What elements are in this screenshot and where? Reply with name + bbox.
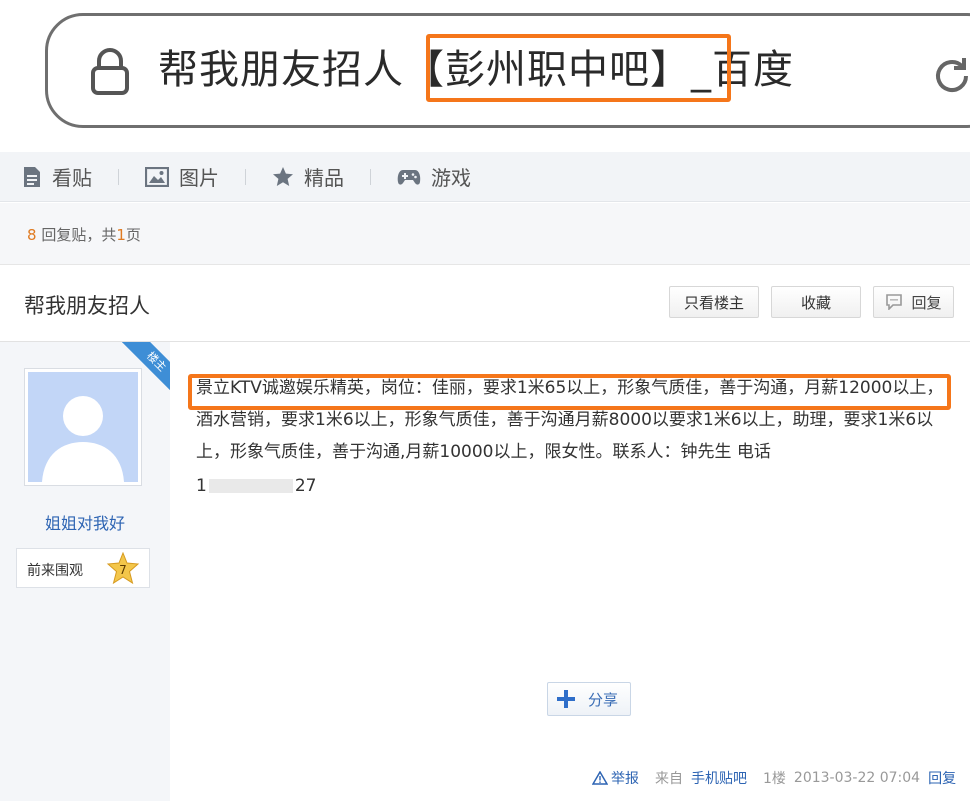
phone-end: 27 <box>294 476 317 496</box>
phone-start: 1 <box>196 476 207 496</box>
nav-item-label: 看贴 <box>52 166 92 190</box>
reply-count: 8 <box>27 226 37 244</box>
lock-icon <box>91 48 129 95</box>
thread-title-bar: 帮我朋友招人 只看楼主 收藏 回复 <box>0 266 970 342</box>
author-level-badge: 前来围观 7 <box>16 548 150 588</box>
url-fade <box>788 26 908 116</box>
reply-count-label: 回复贴，共 <box>41 226 117 244</box>
reload-icon[interactable] <box>930 54 970 98</box>
image-icon <box>145 166 169 187</box>
comment-icon <box>886 294 903 310</box>
nav-divider <box>370 168 371 185</box>
phone-redacted <box>208 479 293 493</box>
post-timestamp: 2013-03-22 07:04 <box>793 770 921 786</box>
page-count: 1 <box>116 226 126 244</box>
report-link[interactable]: 举报 <box>592 768 647 788</box>
post-floor-1: 楼主 姐姐对我好 前来围观 7 景立KTV诚邀娱乐精英，岗位：佳丽，要求1米65… <box>0 342 970 801</box>
nav-divider <box>245 168 246 185</box>
tieba-nav: 看贴 图片 精品 游戏 <box>0 152 970 202</box>
warning-icon <box>592 771 608 785</box>
default-avatar-icon <box>42 396 124 482</box>
nav-item-images[interactable]: 图片 <box>145 152 219 202</box>
floor-number: 1楼 <box>763 771 786 787</box>
document-icon <box>24 166 40 187</box>
only-op-button[interactable]: 只看楼主 <box>669 286 759 318</box>
nav-item-label: 精品 <box>304 166 344 190</box>
content-highlight-box <box>188 374 951 410</box>
plus-icon <box>557 690 575 708</box>
reply-button[interactable]: 回复 <box>873 286 954 318</box>
author-username[interactable]: 姐姐对我好 <box>0 510 170 534</box>
level-title: 前来围观 <box>27 563 83 579</box>
nav-item-label: 图片 <box>179 166 219 190</box>
source-prefix: 来自 <box>655 771 683 787</box>
nav-item-label: 游戏 <box>431 166 471 190</box>
share-label: 分享 <box>588 690 619 709</box>
nav-divider <box>118 168 119 185</box>
phone-number: 1 27 <box>196 470 316 502</box>
nav-item-featured[interactable]: 精品 <box>272 152 344 202</box>
reply-count-strip: 8 回复贴，共1页 <box>0 203 970 265</box>
favorite-button[interactable]: 收藏 <box>771 286 861 318</box>
browser-toolbar: 帮我朋友招人【彭州职中吧】_百度 <box>0 0 970 152</box>
post-source: 来自 手机贴吧 <box>655 768 755 788</box>
thread-title: 帮我朋友招人 <box>24 294 150 318</box>
post-meta: 举报 来自 手机贴吧 1楼 2013-03-22 07:04 回复 <box>592 768 964 788</box>
avatar[interactable] <box>24 368 142 486</box>
nav-item-games[interactable]: 游戏 <box>397 152 471 202</box>
floor-reply-link[interactable]: 回复 <box>928 768 956 788</box>
gamepad-icon <box>397 169 421 185</box>
star-icon <box>273 166 293 186</box>
report-label: 举报 <box>611 771 639 787</box>
page-label: 页 <box>125 226 141 244</box>
title-highlight-box <box>426 34 731 102</box>
level-star-icon: 7 <box>106 552 140 585</box>
author-panel: 楼主 姐姐对我好 前来围观 7 <box>0 342 170 801</box>
share-button[interactable]: 分享 <box>547 682 631 716</box>
nav-item-posts[interactable]: 看贴 <box>22 152 92 202</box>
source-link[interactable]: 手机贴吧 <box>691 771 747 787</box>
reply-button-label: 回复 <box>911 293 942 312</box>
level-number: 7 <box>119 563 127 577</box>
